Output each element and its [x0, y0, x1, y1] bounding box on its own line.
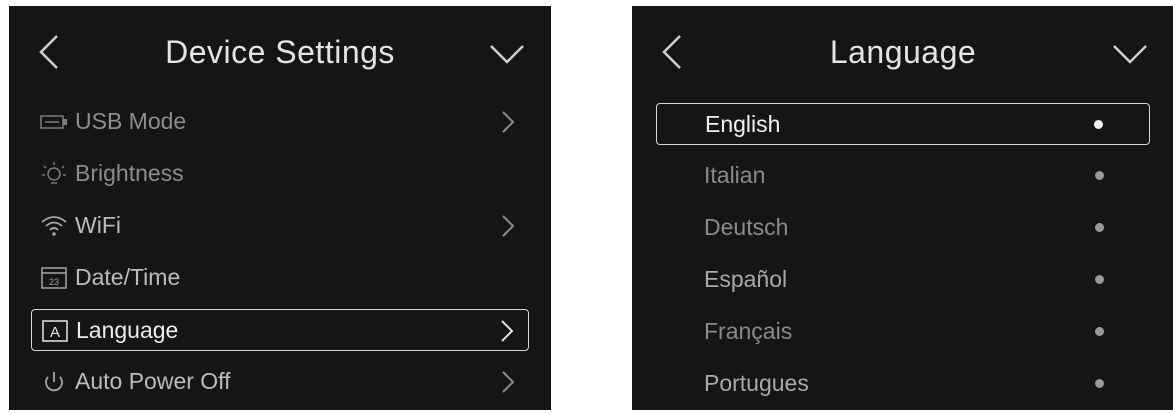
page-title: Device Settings: [165, 34, 395, 70]
language-header: Language: [632, 6, 1173, 94]
radio-dot-icon: [1095, 223, 1104, 232]
menu-item-label: Language: [76, 317, 179, 343]
radio-dot-icon: [1095, 379, 1104, 388]
chevron-down-icon[interactable]: [487, 38, 527, 68]
menu-item-wifi[interactable]: WiFi: [31, 205, 529, 247]
language-option-espanol[interactable]: Español: [656, 259, 1150, 301]
svg-text:A: A: [50, 324, 60, 341]
language-option-label: Deutsch: [704, 214, 789, 240]
language-option-label: Français: [704, 318, 793, 344]
radio-dot-icon: [1095, 171, 1104, 180]
chevron-right-icon: [502, 215, 515, 237]
menu-item-auto-power-off[interactable]: Auto Power Off: [31, 361, 529, 403]
chevron-down-icon[interactable]: [1110, 38, 1150, 68]
language-option-italian[interactable]: Italian: [656, 155, 1150, 197]
language-icon: A: [42, 320, 68, 342]
radio-dot-icon: [1095, 275, 1104, 284]
menu-item-date-time[interactable]: 23 Date/Time: [31, 257, 529, 299]
menu-item-label: USB Mode: [75, 108, 187, 134]
language-option-label: Italian: [704, 162, 766, 188]
calendar-icon: 23: [41, 267, 67, 289]
language-option-label: Español: [704, 266, 788, 292]
menu-item-label: WiFi: [75, 212, 121, 238]
menu-item-language[interactable]: A Language: [31, 309, 529, 351]
usb-icon: [40, 115, 67, 129]
menu-item-label: Date/Time: [75, 264, 181, 290]
chevron-right-icon: [501, 320, 514, 342]
radio-dot-icon: [1094, 120, 1103, 129]
language-option-label: Portugues: [704, 370, 809, 396]
svg-text:23: 23: [49, 277, 59, 287]
brightness-icon: [42, 162, 66, 184]
page-title: Language: [829, 34, 977, 70]
menu-item-brightness[interactable]: Brightness: [31, 153, 529, 195]
language-option-francais[interactable]: Français: [656, 311, 1150, 353]
device-settings-header: Device Settings: [9, 6, 551, 94]
chevron-right-icon: [502, 111, 515, 133]
power-icon: [45, 372, 63, 392]
menu-item-label: Brightness: [75, 160, 184, 186]
menu-item-label: Auto Power Off: [75, 368, 231, 394]
wifi-icon: [41, 216, 67, 236]
language-screen: Language English Italian Deutsch Español…: [632, 6, 1173, 410]
menu-item-usb-mode[interactable]: USB Mode: [31, 101, 529, 143]
device-settings-screen: Device Settings USB Mode Brightness WiFi…: [9, 6, 551, 410]
language-option-label: English: [705, 111, 781, 137]
radio-dot-icon: [1095, 327, 1104, 336]
language-option-deutsch[interactable]: Deutsch: [656, 207, 1150, 249]
chevron-right-icon: [502, 371, 515, 393]
language-option-portugues[interactable]: Portugues: [656, 363, 1150, 405]
language-option-english[interactable]: English: [656, 103, 1150, 145]
